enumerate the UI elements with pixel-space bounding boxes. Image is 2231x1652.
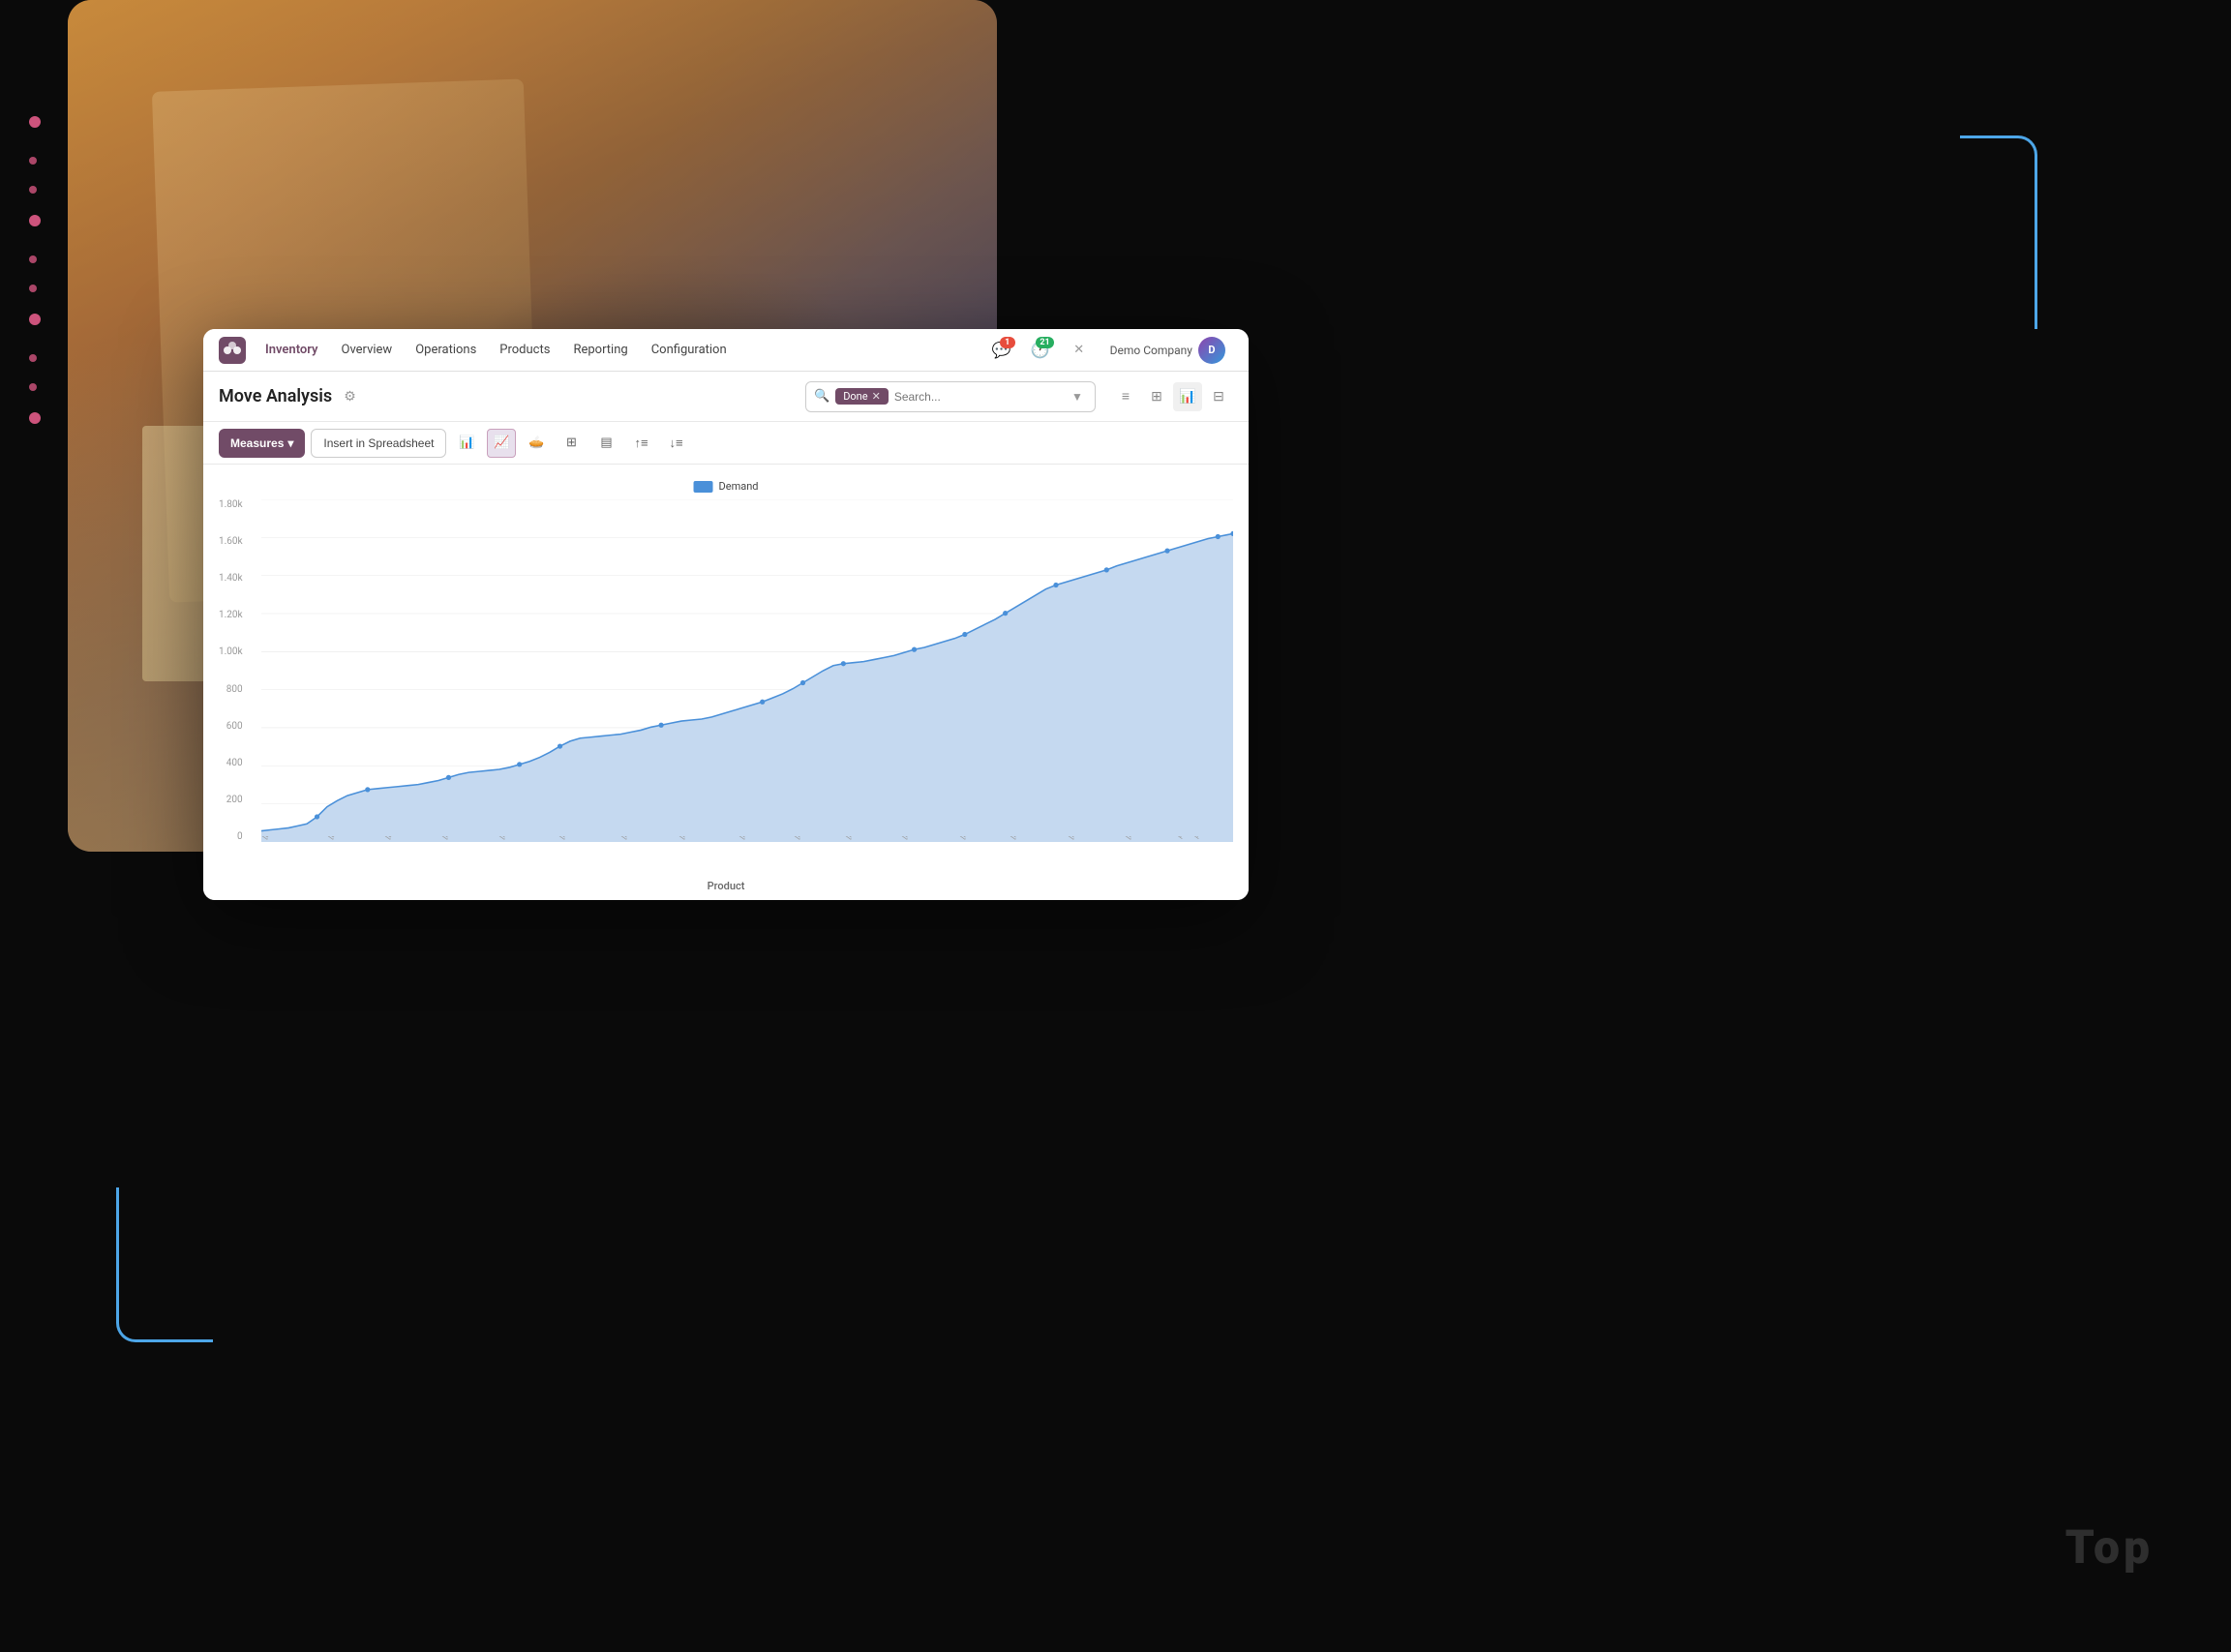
chart-legend: Demand [694, 480, 759, 493]
blue-bracket-decoration [116, 1187, 213, 1342]
chart-line-button[interactable]: 📈 [487, 429, 516, 458]
x-label: [E-COM12] Cabinet [384, 836, 423, 841]
nav-item-inventory[interactable]: Inventory [254, 329, 330, 372]
nav-item-overview[interactable]: Overview [330, 329, 405, 372]
nav-bar: Inventory Overview Operations Products R… [203, 329, 1249, 372]
x-label: Plastic Mug [SUB] [1193, 836, 1230, 841]
page-title: Move Analysis [219, 386, 332, 406]
y-label-6: 600 [226, 721, 243, 732]
nav-item-products[interactable]: Products [488, 329, 561, 372]
view-mode-buttons: ≡ ⊞ 📊 ⊟ [1111, 382, 1233, 411]
nav-item-configuration[interactable]: Configuration [640, 329, 739, 372]
x-label: [FURN_0069] Conf... [498, 836, 539, 841]
legend-label-demand: Demand [719, 480, 759, 493]
x-label: [FURN_0069] Meta... [558, 836, 600, 841]
activities-button[interactable]: 🕐 21 [1025, 335, 1056, 366]
x-label: Fungi [1177, 836, 1192, 841]
x-label: [RENT001] Dining [1125, 836, 1161, 841]
x-label: [E-COM08] Storage [327, 836, 366, 841]
settings-gear-icon[interactable]: ⚙ [344, 389, 356, 405]
view-kanban-button[interactable]: ⊞ [1142, 382, 1171, 411]
filter-remove-button[interactable]: ✕ [872, 390, 881, 403]
nav-item-reporting[interactable]: Reporting [561, 329, 639, 372]
x-label: [FURN_6920] Acou [845, 836, 884, 841]
x-label: [FURN_1345_GR] [794, 836, 829, 841]
sort-desc-button[interactable]: ↓≡ [661, 429, 690, 458]
x-label: [FURN_8890] Table [1068, 836, 1106, 841]
odoo-logo[interactable] [219, 337, 246, 364]
search-bar: 🔍 Done ✕ ▼ [805, 381, 1096, 412]
y-label-7: 400 [226, 758, 243, 768]
top-watermark: Top [2065, 1519, 2154, 1575]
close-button[interactable]: ✕ [1064, 335, 1095, 366]
toolbar: Measures ▾ Insert in Spreadsheet 📊 📈 🥧 ⊞… [203, 422, 1249, 465]
x-axis-labels: [DESK0009] Custom... [E-COM08] Storage [… [261, 836, 1233, 885]
y-label-9: 0 [237, 831, 243, 842]
blue-corner-decoration [1960, 135, 2037, 329]
y-label-4: 1.00k [219, 646, 243, 657]
chart-area-button[interactable]: ▤ [591, 429, 620, 458]
sort-asc-button[interactable]: ↑≡ [626, 429, 655, 458]
subheader: Move Analysis ⚙ 🔍 Done ✕ ▼ ≡ ⊞ 📊 ⊟ [203, 372, 1249, 422]
nav-item-operations[interactable]: Operations [404, 329, 488, 372]
x-label: [FURN_7800] Wood [901, 836, 941, 841]
x-label: [DESK0009] Custom... [261, 836, 306, 841]
y-label-8: 200 [226, 795, 243, 805]
filter-done-tag[interactable]: Done ✕ [835, 388, 889, 405]
x-label: [FURN_0069] Sep... [441, 836, 481, 841]
y-label-5: 800 [226, 684, 243, 695]
chart-pie-button[interactable]: 🥧 [522, 429, 551, 458]
user-avatar: D [1198, 337, 1225, 364]
x-label: [FURN_1148] Cust... [678, 836, 719, 841]
y-axis-labels: 1.80k 1.60k 1.40k 1.20k 1.00k 800 600 40… [219, 499, 243, 842]
insert-spreadsheet-button[interactable]: Insert in Spreadsheet [311, 429, 446, 458]
y-label-3: 1.20k [219, 610, 243, 620]
x-label: [FURN_1140] Steel [739, 836, 777, 841]
decorative-dots [29, 77, 41, 453]
nav-icons: 💬 1 🕐 21 ✕ Demo Company D [986, 335, 1233, 366]
search-input[interactable] [894, 390, 1062, 404]
view-list-button[interactable]: ≡ [1111, 382, 1140, 411]
chart-svg-container [261, 499, 1233, 842]
chart-table-button[interactable]: ⊞ [557, 429, 586, 458]
y-label-0: 1.80k [219, 499, 243, 510]
chart-svg [261, 499, 1233, 842]
legend-color-demand [694, 481, 713, 493]
view-chart-button[interactable]: 📊 [1173, 382, 1202, 411]
x-label: [FURN_8111] Water [1010, 836, 1049, 841]
company-selector[interactable]: Demo Company D [1102, 337, 1233, 364]
search-dropdown-button[interactable]: ▼ [1068, 387, 1087, 406]
y-label-2: 1.40k [219, 573, 243, 584]
chart-area: Demand 1.80k 1.60k 1.40k 1.20k 1.00k 800… [203, 465, 1249, 900]
measures-button[interactable]: Measures ▾ [219, 429, 305, 458]
x-label: [FURN_1148] Laddr [620, 836, 660, 841]
app-window: Inventory Overview Operations Products R… [203, 329, 1249, 900]
y-label-1: 1.60k [219, 536, 243, 547]
messages-button[interactable]: 💬 1 [986, 335, 1017, 366]
search-icon: 🔍 [814, 389, 829, 404]
view-pivot-button[interactable]: ⊟ [1204, 382, 1233, 411]
chart-bar-button[interactable]: 📊 [452, 429, 481, 458]
x-label: [FURN_8011] Ply [959, 836, 994, 841]
